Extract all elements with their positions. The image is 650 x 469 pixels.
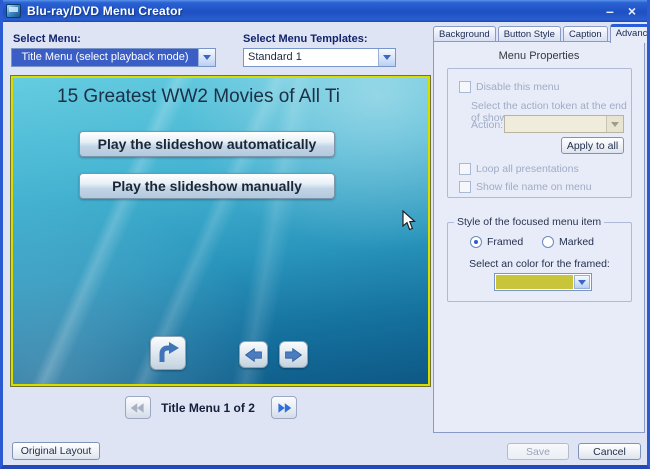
checkbox-icon[interactable] xyxy=(459,181,471,193)
frame-color-dropdown[interactable] xyxy=(494,273,592,291)
titlebar: Blu-ray/DVD Menu Creator – × xyxy=(0,0,650,22)
action-label: Action: xyxy=(471,119,503,131)
disable-menu-checkbox[interactable]: Disable this menu xyxy=(459,81,559,93)
double-right-arrow-icon xyxy=(276,402,292,414)
color-swatch xyxy=(496,275,573,289)
checkbox-icon[interactable] xyxy=(459,163,471,175)
checkbox-icon[interactable] xyxy=(459,81,471,93)
action-value xyxy=(505,116,606,132)
show-filename-label: Show file name on menu xyxy=(476,181,592,193)
select-menu-value: Title Menu (select playback mode) xyxy=(12,49,198,66)
chevron-down-icon[interactable] xyxy=(198,49,215,66)
menu-next-button[interactable] xyxy=(279,341,308,368)
double-left-arrow-icon xyxy=(130,402,146,414)
menu-button-manual[interactable]: Play the slideshow manually xyxy=(79,173,335,199)
menu-title-text[interactable]: 15 Greatest WW2 Movies of All Ti xyxy=(57,86,340,108)
show-filename-checkbox[interactable]: Show file name on menu xyxy=(459,181,592,193)
right-arrow-icon xyxy=(284,347,303,363)
select-menu-dropdown[interactable]: Title Menu (select playback mode) xyxy=(11,48,216,67)
menu-button-auto[interactable]: Play the slideshow automatically xyxy=(79,131,335,157)
select-templates-dropdown[interactable]: Standard 1 xyxy=(243,48,396,67)
save-button[interactable]: Save xyxy=(507,443,569,460)
app-icon xyxy=(6,4,21,18)
window-title: Blu-ray/DVD Menu Creator xyxy=(27,4,183,18)
framed-radio[interactable]: Framed xyxy=(470,236,523,248)
chevron-down-icon[interactable] xyxy=(574,275,590,289)
select-templates-label: Select Menu Templates: xyxy=(243,33,368,45)
loop-presentations-checkbox[interactable]: Loop all presentations xyxy=(459,163,579,175)
select-templates-value: Standard 1 xyxy=(244,49,378,66)
menu-return-button[interactable] xyxy=(150,336,186,370)
menu-prev-button[interactable] xyxy=(239,341,268,368)
mouse-pointer-icon xyxy=(402,210,416,231)
first-menu-button[interactable] xyxy=(125,396,151,419)
marked-radio-label: Marked xyxy=(559,236,594,248)
left-arrow-icon xyxy=(244,347,263,363)
app-window: Blu-ray/DVD Menu Creator – × Select Menu… xyxy=(0,0,650,469)
chevron-down-icon[interactable] xyxy=(378,49,395,66)
next-menu-button[interactable] xyxy=(271,396,297,419)
cancel-button[interactable]: Cancel xyxy=(578,443,641,460)
tab-advanced[interactable]: Advanced xyxy=(610,24,650,43)
framed-radio-label: Framed xyxy=(487,236,523,248)
panel-title: Menu Properties xyxy=(434,50,644,62)
marked-radio[interactable]: Marked xyxy=(542,236,594,248)
loop-presentations-label: Loop all presentations xyxy=(476,163,579,175)
disable-menu-label: Disable this menu xyxy=(476,81,559,93)
minimize-icon[interactable]: – xyxy=(606,4,614,18)
close-icon[interactable]: × xyxy=(628,4,636,18)
original-layout-button[interactable]: Original Layout xyxy=(12,442,100,460)
u-turn-right-arrow-icon xyxy=(156,341,180,365)
menu-preview[interactable]: 15 Greatest WW2 Movies of All Ti Play th… xyxy=(11,76,430,386)
action-dropdown[interactable] xyxy=(504,115,624,133)
focused-style-groupbox: Style of the focused menu item Framed Ma… xyxy=(447,222,632,302)
radio-selected-icon[interactable] xyxy=(470,236,482,248)
focused-style-group-title: Style of the focused menu item xyxy=(454,216,604,228)
frame-color-label: Select an color for the framed: xyxy=(448,258,631,270)
menu-properties-groupbox: Disable this menu Select the action toke… xyxy=(447,68,632,198)
advanced-tab-panel: Menu Properties Disable this menu Select… xyxy=(433,41,645,433)
pager-label: Title Menu 1 of 2 xyxy=(158,401,258,415)
select-menu-label: Select Menu: xyxy=(13,33,81,45)
apply-to-all-button[interactable]: Apply to all xyxy=(561,137,624,154)
radio-icon[interactable] xyxy=(542,236,554,248)
chevron-down-icon xyxy=(606,116,623,132)
